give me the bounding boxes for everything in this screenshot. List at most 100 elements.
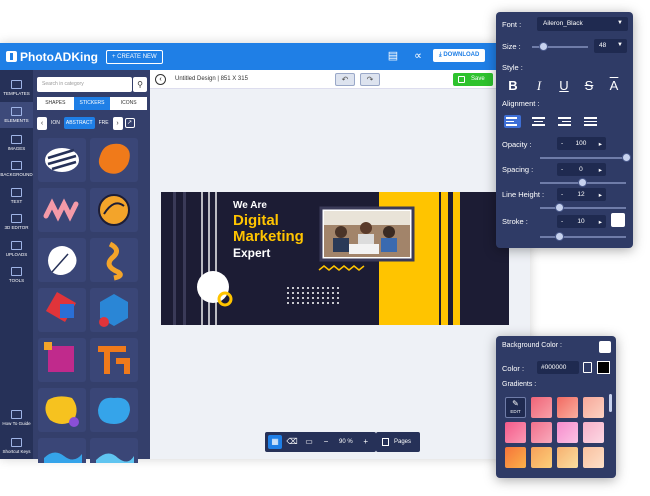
nav-templates[interactable]: TEMPLATES [0,76,33,100]
nav-elements[interactable]: ELEMENTS [0,102,33,128]
align-left-button[interactable] [504,115,521,128]
opacity-slider[interactable] [540,157,626,159]
sticker-item[interactable] [90,238,138,282]
banner-text-marketing[interactable]: Marketing [233,229,304,245]
stroke-slider-handle[interactable] [555,232,564,241]
size-slider-handle[interactable] [539,42,548,51]
nav-text[interactable]: TEXT [0,184,33,208]
sticker-item[interactable] [90,288,138,332]
sticker-item[interactable] [90,438,138,463]
decrement-icon[interactable]: - [561,140,563,147]
gradient-swatch[interactable] [583,422,604,443]
expand-icon[interactable]: ↗ [124,118,135,128]
gradient-swatch[interactable] [583,397,604,418]
gradient-swatch[interactable] [557,447,578,468]
sticker-item[interactable] [38,188,86,232]
save-button[interactable]: Save [453,73,493,86]
grid-icon[interactable]: ▦ [268,435,282,449]
create-new-button[interactable]: + CREATE NEW [105,49,163,64]
sticker-item[interactable] [90,138,138,182]
stroke-color-swatch[interactable] [611,213,625,227]
italic-button[interactable]: I [530,78,548,94]
sticker-item[interactable] [90,388,138,432]
gradient-swatch[interactable] [557,422,578,443]
increment-icon[interactable]: ▸ [599,218,602,226]
sticker-item[interactable] [38,138,86,182]
nav-background[interactable]: BACKGROUND [0,157,33,181]
line-height-slider[interactable] [540,207,626,209]
sticker-item[interactable] [38,238,86,282]
chevron-left-icon[interactable]: ‹ [37,116,47,130]
zoom-in-button[interactable]: + [359,435,373,449]
monitor-icon[interactable]: ▭ [302,435,316,449]
stroke-slider[interactable] [540,236,626,238]
eraser-icon[interactable]: ⌫ [285,435,299,449]
design-name[interactable]: Untitled Design | 851 X 315 [175,76,248,82]
app-logo[interactable]: PhotoADKing [6,50,98,64]
tab-stickers[interactable]: STICKERS [73,97,111,110]
download-button[interactable]: ⤓ DOWNLOAD [433,49,486,62]
design-canvas[interactable]: We Are Digital Marketing Expert [161,192,509,325]
back-arrow-icon[interactable]: ‹ [155,74,166,85]
search-icon[interactable]: ⚲ [133,77,147,92]
category-item[interactable]: ION [49,117,62,129]
share-icon[interactable]: ∝ [411,49,425,63]
edit-gradient-button[interactable]: ✎ EDIT [505,397,526,418]
undo-button[interactable]: ↶ [335,73,355,86]
sticker-item[interactable] [38,438,86,463]
sticker-item[interactable] [38,288,86,332]
tab-shapes[interactable]: SHAPES [37,97,74,110]
align-center-button[interactable] [530,115,547,128]
nav-images[interactable]: IMAGES [0,131,33,155]
gradient-swatch[interactable] [531,397,552,418]
size-dropdown[interactable]: 48 ▼ [594,39,627,53]
nav-how-to-guide[interactable]: How To Guide [0,406,33,430]
nav-3d-editor[interactable]: 3D EDITOR [0,210,33,234]
sticker-item[interactable] [38,388,86,432]
underline-button[interactable]: U [555,78,573,94]
current-color-swatch[interactable] [597,361,610,374]
background-color-toggle[interactable] [599,341,611,353]
category-item-abstract[interactable]: ABSTRACT [63,117,95,129]
increment-icon[interactable]: ▸ [599,140,602,148]
feedback-icon[interactable]: ▤ [386,49,400,63]
line-height-slider-handle[interactable] [555,203,564,212]
decrement-icon[interactable]: - [561,191,563,198]
strikethrough-button[interactable]: S [580,78,598,94]
uppercase-button[interactable]: A [605,78,623,94]
nav-tools[interactable]: TOOLS [0,263,33,287]
sticker-item[interactable] [90,338,138,382]
gradient-scrollbar[interactable] [609,394,612,412]
bold-button[interactable]: B [504,78,522,94]
redo-button[interactable]: ↷ [360,73,380,86]
stroke-stepper[interactable]: - 10 ▸ [557,215,606,228]
gradient-swatch[interactable] [583,447,604,468]
banner-text-digital[interactable]: Digital [233,213,279,229]
zoom-out-button[interactable]: − [319,435,333,449]
align-right-button[interactable] [556,115,573,128]
align-justify-button[interactable] [582,115,599,128]
gradient-swatch[interactable] [505,422,526,443]
gradient-swatch[interactable] [557,397,578,418]
line-height-stepper[interactable]: - 12 ▸ [557,188,606,201]
gradient-swatch[interactable] [531,422,552,443]
gradient-swatch[interactable] [505,447,526,468]
nav-shortcut-keys[interactable]: Shortcut Keys [0,434,33,458]
sticker-item[interactable] [38,338,86,382]
decrement-icon[interactable]: - [561,166,563,173]
opacity-slider-handle[interactable] [622,153,631,162]
copy-icon[interactable] [583,362,592,373]
increment-icon[interactable]: ▸ [599,191,602,199]
opacity-stepper[interactable]: - 100 ▸ [557,137,606,150]
spacing-stepper[interactable]: - 0 ▸ [557,163,606,176]
color-hex-input[interactable]: #000000 [537,361,579,374]
increment-icon[interactable]: ▸ [599,166,602,174]
category-search-input[interactable]: Search in category [37,77,132,92]
chevron-right-icon[interactable]: › [112,116,123,130]
category-item[interactable]: FRE [97,117,111,129]
gradient-swatch[interactable] [531,447,552,468]
decrement-icon[interactable]: - [561,218,563,225]
nav-uploads[interactable]: UPLOADS [0,237,33,261]
spacing-slider-handle[interactable] [578,178,587,187]
pages-button[interactable]: Pages [376,432,420,452]
